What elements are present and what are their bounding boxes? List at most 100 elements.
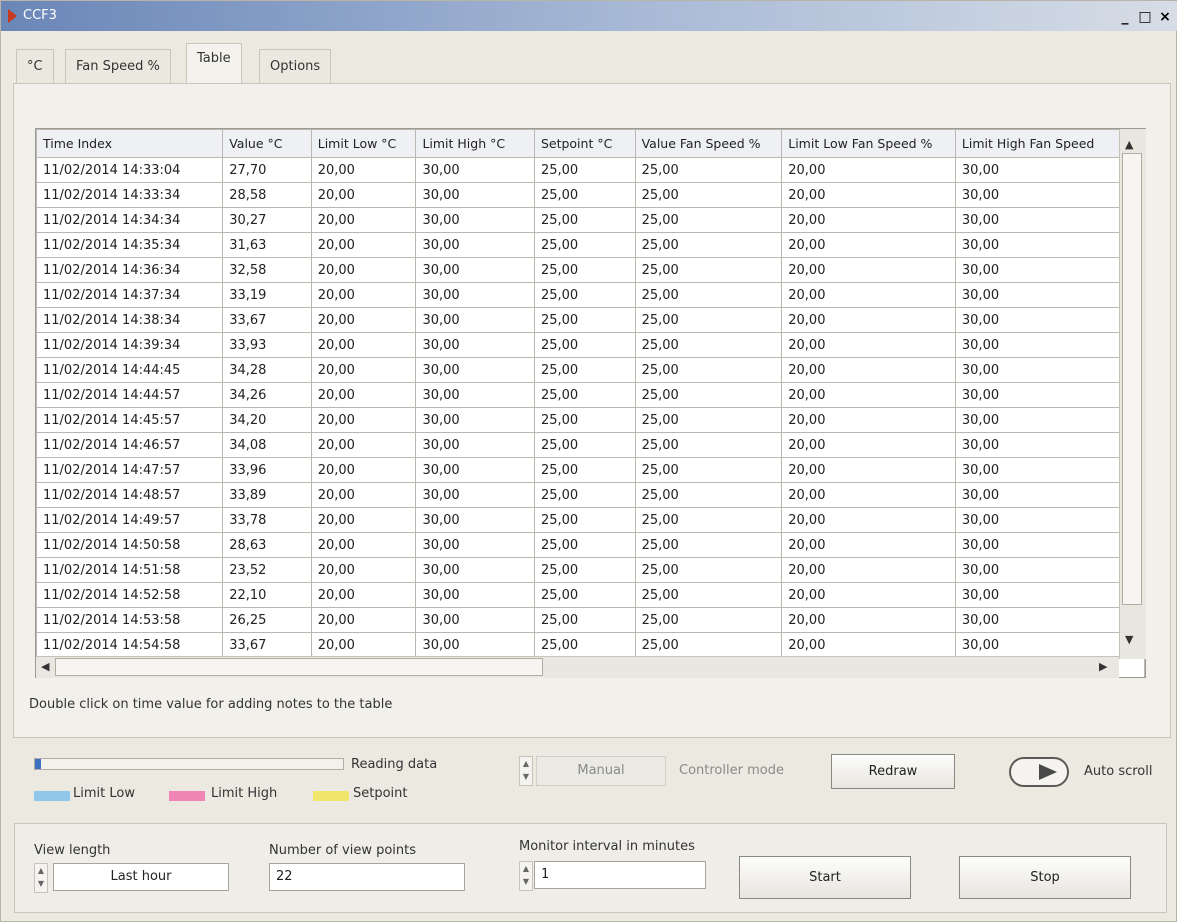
table-cell: 25,00 [533,407,636,433]
table-row[interactable]: 11/02/2014 14:36:34 32,58 20,00 30,00 25,00 2… [36,257,1145,283]
setpoint-label: Setpoint [353,786,408,801]
table-cell[interactable]: 11/02/2014 14:48:57 [36,482,224,508]
view-points-label: Number of view points [269,843,417,858]
table-cell: 30,00 [954,357,1145,383]
scroll-down-icon[interactable]: ▼ [1125,633,1133,646]
table-row[interactable]: 11/02/2014 14:46:57 34,08 20,00 30,00 25,00 2… [36,432,1145,458]
table-cell[interactable]: 11/02/2014 14:44:45 [36,357,224,383]
monitor-interval-label: Monitor interval in minutes [519,839,695,854]
table-cell: 25,00 [634,632,783,658]
tab-options[interactable]: Options [259,49,332,83]
column-header[interactable]: Limit Low Fan Speed % [781,129,956,158]
horizontal-scroll-thumb[interactable] [55,658,543,676]
column-header[interactable]: Setpoint °C [533,129,636,158]
table-row[interactable]: 11/02/2014 14:47:57 33,96 20,00 30,00 25,00 2… [36,457,1145,483]
table-cell[interactable]: 11/02/2014 14:39:34 [36,332,224,358]
view-length-spinner-icon[interactable]: ▲ ▼ [34,863,48,893]
table-row[interactable]: 11/02/2014 14:54:58 33,67 20,00 30,00 25,00 2… [36,632,1145,658]
table-cell: 20,00 [781,482,956,508]
table-row[interactable]: 11/02/2014 14:49:57 33,78 20,00 30,00 25,00 2… [36,507,1145,533]
table-cell: 20,00 [310,407,417,433]
table-row[interactable]: 11/02/2014 14:33:34 28,58 20,00 30,00 25,00 2… [36,182,1145,208]
start-button[interactable]: Start [739,856,911,899]
column-header[interactable]: Value Fan Speed % [634,129,783,158]
data-table[interactable]: Time Index Value °C Limit Low °C Limit High… [36,129,1145,677]
scroll-right-icon[interactable]: ▶ [1099,660,1107,673]
view-points-field[interactable]: 22 [269,863,465,891]
table-row[interactable]: 11/02/2014 14:51:58 23,52 20,00 30,00 25,00 2… [36,557,1145,583]
table-cell: 20,00 [310,282,417,308]
table-cell[interactable]: 11/02/2014 14:35:34 [36,232,224,258]
table-cell[interactable]: 11/02/2014 14:36:34 [36,257,224,283]
table-cell[interactable]: 11/02/2014 14:37:34 [36,282,224,308]
table-cell[interactable]: 11/02/2014 14:53:58 [36,607,224,633]
column-header[interactable]: Value °C [222,129,312,158]
table-cell: 30,00 [954,407,1145,433]
table-cell: 20,00 [781,182,956,208]
scroll-left-icon[interactable]: ◀ [41,660,49,673]
table-cell: 20,00 [310,607,417,633]
monitor-interval-spinner-icon[interactable]: ▲ ▼ [519,861,533,891]
table-cell: 30,00 [954,532,1145,558]
table-cell[interactable]: 11/02/2014 14:45:57 [36,407,224,433]
table-row[interactable]: 11/02/2014 14:35:34 31,63 20,00 30,00 25,00 2… [36,232,1145,258]
table-cell: 20,00 [310,457,417,483]
stop-button[interactable]: Stop [959,856,1131,899]
tab-table[interactable]: Table [186,43,242,85]
table-cell[interactable]: 11/02/2014 14:33:34 [36,182,224,208]
table-row[interactable]: 11/02/2014 14:45:57 34,20 20,00 30,00 25,00 2… [36,407,1145,433]
table-row[interactable]: 11/02/2014 14:50:58 28,63 20,00 30,00 25,00 2… [36,532,1145,558]
close-icon[interactable]: × [1156,9,1174,27]
table-row[interactable]: 11/02/2014 14:52:58 22,10 20,00 30,00 25,00 2… [36,582,1145,608]
table-cell: 31,63 [222,232,312,258]
column-header[interactable]: Limit Low °C [310,129,417,158]
table-cell: 30,00 [954,607,1145,633]
table-cell[interactable]: 11/02/2014 14:50:58 [36,532,224,558]
column-header[interactable]: Limit High °C [415,129,535,158]
table-row[interactable]: 11/02/2014 14:53:58 26,25 20,00 30,00 25,00 2… [36,607,1145,633]
table-row[interactable]: 11/02/2014 14:37:34 33,19 20,00 30,00 25,00 2… [36,282,1145,308]
redraw-button[interactable]: Redraw [831,754,955,789]
table-cell[interactable]: 11/02/2014 14:49:57 [36,507,224,533]
column-header[interactable]: Time Index [36,129,224,158]
column-header[interactable]: Limit High Fan Speed [954,129,1145,158]
table-cell: 23,52 [222,557,312,583]
table-row[interactable]: 11/02/2014 14:38:34 33,67 20,00 30,00 25,00 2… [36,307,1145,333]
table-row[interactable]: 11/02/2014 14:34:34 30,27 20,00 30,00 25,00 2… [36,207,1145,233]
app-icon [8,9,17,23]
controller-spinner-icon: ▲ ▼ [519,756,533,786]
table-cell: 33,96 [222,457,312,483]
tab-celsius[interactable]: °C [16,49,54,83]
table-row[interactable]: 11/02/2014 14:33:04 27,70 20,00 30,00 25,00 2… [36,157,1145,183]
table-cell[interactable]: 11/02/2014 14:47:57 [36,457,224,483]
minimize-icon[interactable]: _ [1116,9,1134,27]
vertical-scroll-thumb[interactable] [1122,153,1142,605]
table-cell: 25,00 [634,382,783,408]
table-cell[interactable]: 11/02/2014 14:46:57 [36,432,224,458]
table-cell[interactable]: 11/02/2014 14:34:34 [36,207,224,233]
table-cell: 20,00 [781,632,956,658]
tab-fan-speed[interactable]: Fan Speed % [65,49,171,83]
table-row[interactable]: 11/02/2014 14:39:34 33,93 20,00 30,00 25,00 2… [36,332,1145,358]
table-cell[interactable]: 11/02/2014 14:54:58 [36,632,224,658]
monitor-interval-field[interactable]: 1 [534,861,706,889]
table-cell[interactable]: 11/02/2014 14:44:57 [36,382,224,408]
table-cell: 33,67 [222,307,312,333]
table-row[interactable]: 11/02/2014 14:48:57 33,89 20,00 30,00 25,00 2… [36,482,1145,508]
table-row[interactable]: 11/02/2014 14:44:57 34,26 20,00 30,00 25,00 2… [36,382,1145,408]
table-cell: 33,19 [222,282,312,308]
table-cell: 30,00 [954,557,1145,583]
table-cell[interactable]: 11/02/2014 14:51:58 [36,557,224,583]
scroll-up-icon[interactable]: ▲ [1125,138,1133,151]
table-row[interactable]: 11/02/2014 14:44:45 34,28 20,00 30,00 25,00 2… [36,357,1145,383]
table-cell: 30,00 [954,332,1145,358]
table-cell[interactable]: 11/02/2014 14:38:34 [36,307,224,333]
table-cell: 25,00 [634,432,783,458]
view-length-field[interactable]: Last hour [53,863,229,891]
table-cell[interactable]: 11/02/2014 14:33:04 [36,157,224,183]
maximize-icon[interactable]: □ [1136,9,1154,27]
table-cell: 30,00 [415,532,535,558]
table-cell: 25,00 [634,232,783,258]
table-cell[interactable]: 11/02/2014 14:52:58 [36,582,224,608]
reading-data-label: Reading data [351,757,438,772]
